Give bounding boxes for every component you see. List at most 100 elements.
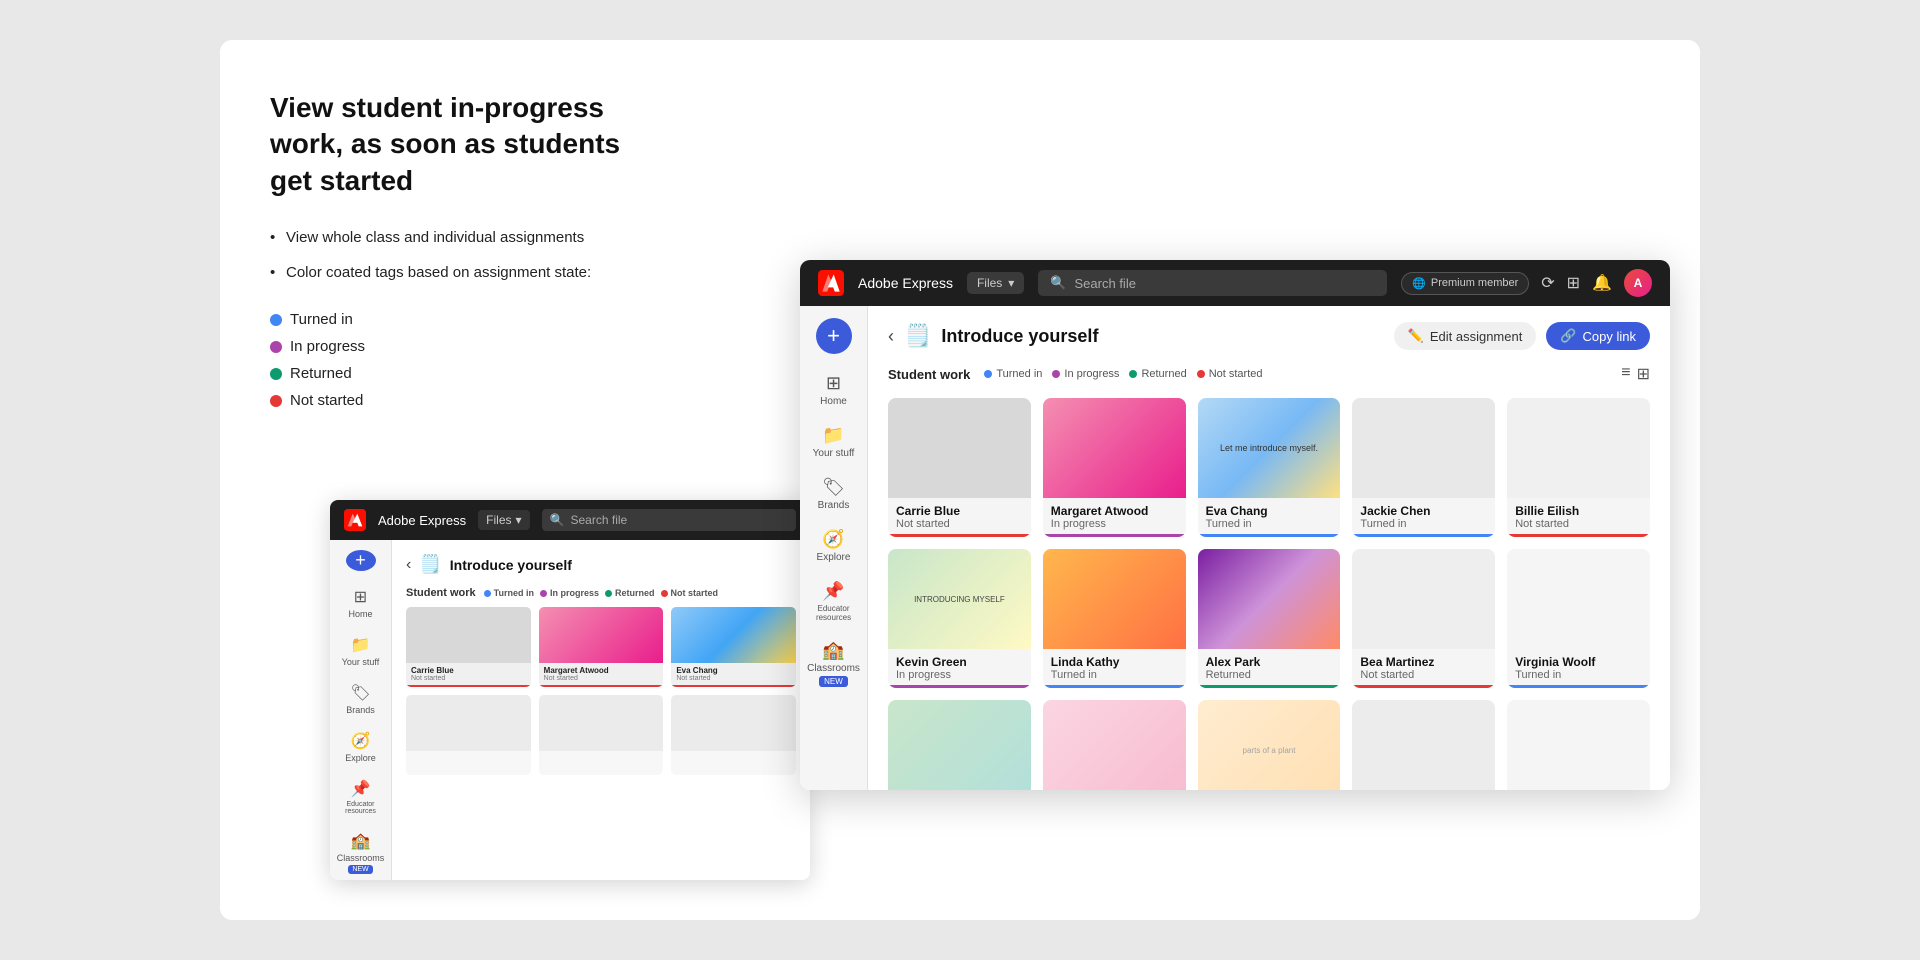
card-thumb-alex-park	[1198, 549, 1341, 649]
mini-sidebar-label-home: Home	[348, 609, 372, 619]
list-item[interactable]	[671, 695, 796, 775]
card-thumb-billie-eilish	[1507, 398, 1650, 498]
mini-sidebar-item-yourstuff[interactable]: 📁 Your stuff	[334, 629, 388, 673]
dot-not-started	[1197, 370, 1205, 378]
table-row[interactable]: Jackie Chen Turned in	[1352, 398, 1495, 537]
list-item[interactable]: Carrie Blue Not started	[406, 607, 531, 687]
grid-icon[interactable]: ⊞	[1567, 273, 1580, 293]
edit-assignment-button[interactable]: ✏️ Edit assignment	[1394, 322, 1537, 350]
copy-link-button[interactable]: 🔗 Copy link	[1546, 322, 1650, 350]
card-thumb-bea-martinez	[1352, 549, 1495, 649]
list-item[interactable]	[406, 695, 531, 775]
table-row[interactable]	[1507, 700, 1650, 790]
table-row[interactable]: parts of a plant	[1198, 700, 1341, 790]
sidebar-item-explore[interactable]: 🧭 Explore	[804, 522, 864, 570]
adobe-logo	[818, 270, 844, 296]
table-row[interactable]	[1043, 700, 1186, 790]
mini-sidebar-item-classrooms[interactable]: 🏫 Classrooms NEW	[334, 825, 388, 880]
status-bar	[1198, 685, 1341, 688]
dot-in-progress	[1052, 370, 1060, 378]
back-button[interactable]: ‹	[888, 326, 894, 347]
student-grid-row2: INTRODUCING MYSELF Kevin Green In progre…	[888, 549, 1650, 688]
sidebar-item-classrooms[interactable]: 🏫 Classrooms NEW	[804, 633, 864, 694]
tag-label-in-progress: In progress	[290, 338, 365, 355]
status-bar	[1043, 685, 1186, 688]
assignment-header: ‹ 🗒️ Introduce yourself ✏️ Edit assignme…	[888, 322, 1650, 350]
mini-dot-in-progress	[540, 590, 547, 597]
mini-sidebar-item-brands[interactable]: 🏷 Brands	[334, 677, 388, 721]
list-item[interactable]: Eva Chang Not started	[671, 607, 796, 687]
view-icons: ≡ ⊞	[1621, 364, 1650, 384]
mini-sidebar-item-educator[interactable]: 📌 Educator resources	[334, 773, 388, 821]
educator-icon: 📌	[351, 779, 371, 799]
mini-files-dropdown[interactable]: Files ▾	[478, 510, 529, 530]
table-row[interactable]: Margaret Atwood In progress	[1043, 398, 1186, 537]
card-thumb-linda-kathy	[1043, 549, 1186, 649]
edit-icon: ✏️	[1408, 328, 1424, 344]
bullet-item-1: View whole class and View whole class an…	[270, 227, 630, 248]
avatar[interactable]: A	[1624, 269, 1652, 297]
main-search[interactable]: 🔍 Search file	[1038, 270, 1387, 296]
student-status: In progress	[896, 669, 1023, 681]
student-name: Bea Martinez	[1360, 655, 1487, 669]
explore-icon: 🧭	[822, 529, 844, 550]
mini-card-thumb-eva	[671, 607, 796, 663]
mini-sidebar-item-home[interactable]: ⊞ Home	[334, 581, 388, 625]
student-work-title: Student work	[888, 367, 970, 382]
classrooms-icon: 🏫	[351, 831, 371, 851]
table-row[interactable]: INTRODUCING MYSELF Kevin Green In progre…	[888, 549, 1031, 688]
student-status: Not started	[1515, 518, 1642, 530]
table-row[interactable]: Carrie Blue Not started	[888, 398, 1031, 537]
main-sidebar: + ⊞ Home 📁 Your stuff 🏷 Brands 🧭 Explore	[800, 306, 868, 790]
list-item[interactable]	[539, 695, 664, 775]
mini-student-grid-2	[406, 695, 796, 775]
mini-assignment-title: Introduce yourself	[450, 557, 572, 573]
sidebar-item-educator[interactable]: 📌 Educator resources	[804, 574, 864, 629]
status-bar	[1352, 534, 1495, 537]
dot-returned	[270, 368, 282, 380]
student-name: Carrie Blue	[896, 504, 1023, 518]
student-name: Billie Eilish	[1515, 504, 1642, 518]
student-name: Virginia Woolf	[1515, 655, 1642, 669]
table-row[interactable]	[1352, 700, 1495, 790]
sidebar-item-yourstuff[interactable]: 📁 Your stuff	[804, 418, 864, 466]
create-button[interactable]: +	[816, 318, 852, 354]
grid-view-icon[interactable]: ⊞	[1637, 364, 1650, 384]
table-row[interactable]: Billie Eilish Not started	[1507, 398, 1650, 537]
student-work-header: Student work Turned in In progress	[888, 364, 1650, 384]
table-row[interactable]: Let me introduce myself. Eva Chang Turne…	[1198, 398, 1341, 537]
student-name: Linda Kathy	[1051, 655, 1178, 669]
main-topbar: Adobe Express Files ▾ 🔍 Search file 🌐 Pr…	[800, 260, 1670, 306]
tag-not-started: Not started	[270, 392, 630, 409]
tag-turned-in: Turned in	[270, 311, 630, 328]
table-row[interactable]: Alex Park Returned	[1198, 549, 1341, 688]
sidebar-item-home[interactable]: ⊞ Home	[804, 366, 864, 414]
mini-assignment-header: ‹ 🗒️ Introduce yourself	[406, 554, 796, 575]
student-name: Jackie Chen	[1360, 504, 1487, 518]
premium-icon: 🌐	[1412, 277, 1426, 290]
bell-icon[interactable]: 🔔	[1592, 273, 1612, 293]
left-panel: View student in-progress work, as soon a…	[270, 90, 630, 870]
student-name: Kevin Green	[896, 655, 1023, 669]
mini-create-button[interactable]: +	[346, 550, 376, 571]
sidebar-item-brands[interactable]: 🏷 Brands	[804, 470, 864, 518]
status-bar	[1352, 685, 1495, 688]
mini-sidebar-item-explore[interactable]: 🧭 Explore	[334, 725, 388, 769]
mini-back-button[interactable]: ‹	[406, 556, 411, 574]
dot-turned-in	[984, 370, 992, 378]
folder-icon: 📁	[822, 425, 844, 446]
table-row[interactable]: Virginia Woolf Turned in	[1507, 549, 1650, 688]
list-view-icon[interactable]: ≡	[1621, 364, 1630, 384]
share-icon[interactable]: ⟳	[1541, 273, 1554, 293]
student-status: Turned in	[1051, 669, 1178, 681]
table-row[interactable]: Bea Martinez Not started	[1352, 549, 1495, 688]
table-row[interactable]: Linda Kathy Turned in	[1043, 549, 1186, 688]
mini-dot-not-started	[661, 590, 668, 597]
list-item[interactable]: Margaret Atwood Not started	[539, 607, 664, 687]
main-files-dropdown[interactable]: Files ▾	[967, 272, 1024, 294]
card-thumb-kevin-green: INTRODUCING MYSELF	[888, 549, 1031, 649]
tag-returned: Returned	[270, 365, 630, 382]
mini-search[interactable]: 🔍 Search file	[542, 509, 796, 531]
table-row[interactable]	[888, 700, 1031, 790]
bullet-item-2: Color coated tags based on assignment st…	[270, 262, 630, 283]
